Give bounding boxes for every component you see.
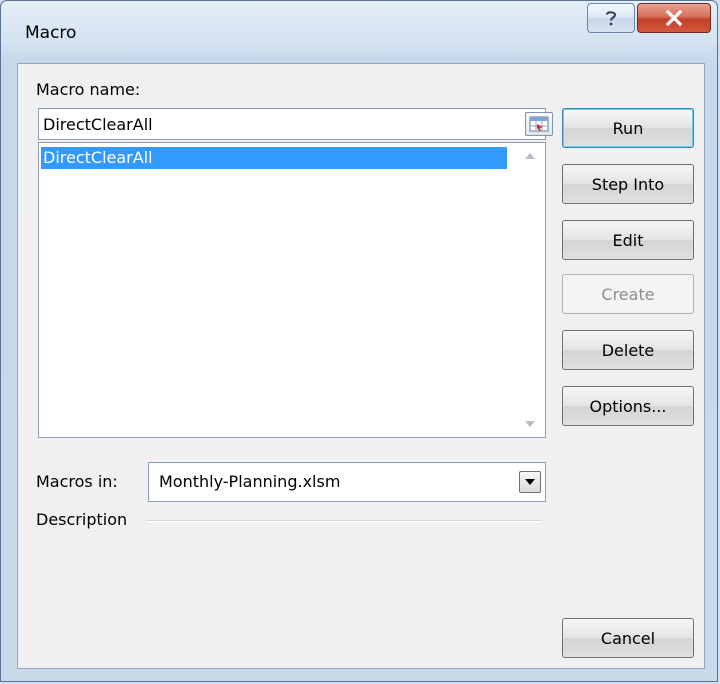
window-title: Macro: [25, 23, 77, 43]
description-label: Description: [36, 510, 128, 529]
help-button[interactable]: [587, 3, 635, 33]
cancel-button[interactable]: Cancel: [562, 618, 694, 658]
delete-button[interactable]: Delete: [562, 330, 694, 370]
title-bar[interactable]: Macro: [1, 1, 717, 63]
close-x-icon: [665, 9, 683, 27]
options-button[interactable]: Options...: [562, 386, 694, 426]
macros-in-dropdown[interactable]: Monthly-Planning.xlsm: [148, 462, 546, 502]
macros-in-value: Monthly-Planning.xlsm: [159, 472, 341, 491]
edit-button[interactable]: Edit: [562, 220, 694, 260]
list-item[interactable]: DirectClearAll: [41, 147, 507, 169]
macro-dialog-window: Macro Macro name: DirectClearAll DirectC…: [0, 0, 718, 682]
description-divider: [146, 520, 542, 522]
collapse-dialog-button[interactable]: [525, 112, 553, 136]
range-picker-icon: [529, 116, 549, 132]
create-button: Create: [562, 274, 694, 314]
macros-in-label: Macros in:: [36, 472, 118, 491]
close-button[interactable]: [637, 3, 711, 33]
step-into-button[interactable]: Step Into: [562, 164, 694, 204]
macro-name-value: DirectClearAll: [43, 115, 153, 134]
run-button[interactable]: Run: [562, 108, 694, 148]
macro-name-input[interactable]: DirectClearAll: [38, 108, 553, 140]
scroll-up-arrow-icon[interactable]: [525, 153, 535, 159]
dialog-body: Macro name: DirectClearAll DirectClearAl…: [17, 63, 705, 669]
question-mark-icon: [606, 11, 617, 26]
scroll-down-arrow-icon[interactable]: [525, 421, 535, 427]
macro-list[interactable]: DirectClearAll: [38, 142, 546, 438]
chevron-down-icon[interactable]: [519, 471, 541, 493]
macro-name-label: Macro name:: [36, 80, 141, 99]
